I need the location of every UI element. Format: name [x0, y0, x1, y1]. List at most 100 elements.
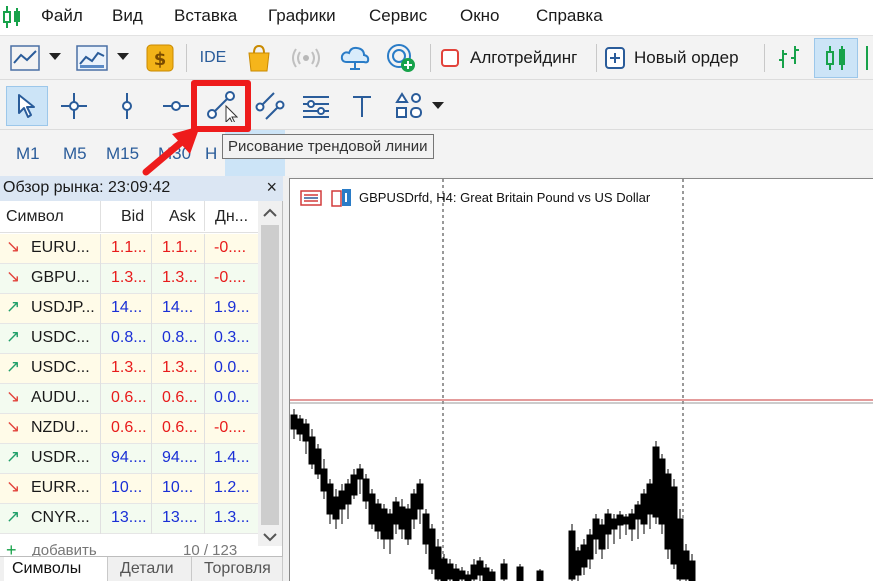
- scrollbar-thumb[interactable]: [261, 225, 279, 525]
- dollar-icon[interactable]: $: [145, 43, 175, 73]
- line-chart-icon[interactable]: [862, 42, 873, 74]
- market-watch-row[interactable]: ↘ EURR... 10... 10... 1.2...: [0, 474, 258, 504]
- row-change: 0.0...: [214, 389, 250, 406]
- crosshair-icon[interactable]: [57, 88, 91, 124]
- column-bid[interactable]: Bid: [121, 208, 144, 226]
- candle-body: [398, 506, 406, 530]
- tab-symbols[interactable]: Символы: [4, 557, 108, 581]
- candle-body: [338, 490, 346, 510]
- market-watch-header: Символ Bid Ask Дн...: [0, 201, 258, 233]
- column-divider: [100, 264, 101, 294]
- cursor-icon[interactable]: [10, 88, 44, 124]
- column-divider: [151, 324, 152, 354]
- column-divider: [204, 324, 205, 354]
- row-bid: 0.8...: [111, 329, 147, 346]
- vertical-line-icon[interactable]: [112, 88, 142, 124]
- candles-icon[interactable]: [814, 38, 858, 78]
- candle-body: [410, 493, 418, 520]
- column-divider: [204, 414, 205, 444]
- candle-body: [516, 566, 524, 581]
- candle-body: [404, 508, 412, 540]
- candle-body: [362, 478, 370, 502]
- svg-text:$: $: [154, 49, 167, 70]
- market-watch-row[interactable]: ↗ USDJP... 14... 14... 1.9...: [0, 294, 258, 324]
- row-bid: 0.6...: [111, 389, 147, 406]
- menu-insert[interactable]: Вставка: [174, 6, 237, 26]
- candle-body: [580, 544, 588, 568]
- column-daily-change[interactable]: Дн...: [215, 208, 248, 226]
- text-icon[interactable]: [346, 88, 378, 124]
- row-change: -0....: [214, 269, 247, 286]
- market-watch-row[interactable]: ↘ GBPU... 1.3... 1.3... -0....: [0, 264, 258, 294]
- shapes-icon[interactable]: [392, 88, 426, 124]
- market-watch-row[interactable]: ↘ AUDU... 0.6... 0.6... 0.0...: [0, 384, 258, 414]
- line-chart-icon[interactable]: [8, 42, 42, 74]
- market-watch-scrollbar[interactable]: [258, 201, 282, 546]
- algotrading-button[interactable]: Алготрейдинг: [440, 42, 590, 74]
- fibonacci-icon[interactable]: [298, 88, 334, 124]
- dropdown-arrow-icon[interactable]: [48, 50, 62, 64]
- candle-body: [640, 493, 648, 525]
- arrow-up-icon: ↗: [6, 327, 21, 346]
- column-divider: [151, 354, 152, 384]
- menu-tools[interactable]: Сервис: [369, 6, 427, 26]
- arrow-up-icon: ↗: [6, 447, 21, 466]
- row-bid: 13....: [111, 509, 147, 526]
- signal-radio-icon[interactable]: [290, 44, 322, 72]
- candle-body: [416, 483, 424, 510]
- market-watch-row[interactable]: ↗ USDR... 94.... 94.... 1.4...: [0, 444, 258, 474]
- row-bid: 94....: [111, 449, 147, 466]
- chart-template-icon[interactable]: [74, 42, 110, 74]
- arrow-up-icon: ↗: [6, 357, 21, 376]
- row-change: -0....: [214, 419, 247, 436]
- candle-body: [628, 513, 636, 530]
- row-ask: 0.6...: [162, 419, 198, 436]
- market-watch-row[interactable]: ↘ EURU... 1.1... 1.1... -0....: [0, 234, 258, 264]
- candle-body: [422, 513, 430, 545]
- vps-globe-icon[interactable]: [384, 41, 418, 75]
- timeframe-m1[interactable]: M1: [16, 144, 40, 164]
- dropdown-arrow-icon[interactable]: [430, 98, 446, 114]
- column-ask[interactable]: Ask: [169, 208, 196, 226]
- market-watch-panel: Обзор рынка: 23:09:42 × Символ Bid Ask Д…: [0, 176, 283, 581]
- menu-charts[interactable]: Графики: [268, 6, 336, 26]
- column-symbol[interactable]: Символ: [6, 208, 64, 226]
- column-divider: [204, 384, 205, 414]
- toolbar-separator: [430, 44, 431, 72]
- dropdown-arrow-icon[interactable]: [116, 50, 130, 64]
- market-watch-title-bar: Обзор рынка: 23:09:42 ×: [0, 176, 283, 201]
- candle-body: [314, 448, 322, 475]
- menu-file[interactable]: Файл: [41, 6, 83, 26]
- menu-window[interactable]: Окно: [460, 6, 500, 26]
- market-watch-row[interactable]: ↗ USDC... 1.3... 1.3... 0.0...: [0, 354, 258, 384]
- ide-button[interactable]: IDE: [196, 44, 230, 72]
- tab-trading[interactable]: Торговля: [196, 557, 283, 581]
- candle-body: [392, 501, 400, 525]
- candle-body: [622, 516, 630, 525]
- timeframe-m15[interactable]: M15: [106, 144, 139, 164]
- new-order-button[interactable]: Новый ордер: [604, 42, 754, 74]
- candle-body: [290, 414, 298, 430]
- menu-view[interactable]: Вид: [112, 6, 143, 26]
- market-watch-row[interactable]: ↗ USDC... 0.8... 0.8... 0.3...: [0, 324, 258, 354]
- market-watch-row[interactable]: ↗ CNYR... 13.... 13.... 1.3...: [0, 504, 258, 534]
- timeframe-m5[interactable]: M5: [63, 144, 87, 164]
- bar-chart-icon[interactable]: [772, 42, 806, 74]
- row-symbol: CNYR...: [31, 509, 90, 526]
- new-order-label: Новый ордер: [634, 48, 739, 67]
- row-symbol: USDC...: [31, 329, 90, 346]
- scroll-down-icon[interactable]: [263, 532, 277, 542]
- market-bag-icon[interactable]: [244, 41, 274, 75]
- column-divider: [204, 444, 205, 474]
- tab-details[interactable]: Детали: [112, 557, 192, 581]
- market-watch-row[interactable]: ↘ NZDU... 0.6... 0.6... -0....: [0, 414, 258, 444]
- scroll-up-icon[interactable]: [263, 208, 277, 218]
- candle-body: [568, 530, 576, 580]
- channel-icon[interactable]: [252, 88, 288, 124]
- row-bid: 10...: [111, 479, 143, 496]
- close-icon[interactable]: ×: [266, 177, 277, 198]
- menu-help[interactable]: Справка: [536, 6, 603, 26]
- chart-window[interactable]: GBPUSDrfd, H4: Great Britain Pound vs US…: [289, 178, 873, 581]
- cloud-icon[interactable]: [338, 42, 372, 74]
- candle-body: [452, 568, 460, 581]
